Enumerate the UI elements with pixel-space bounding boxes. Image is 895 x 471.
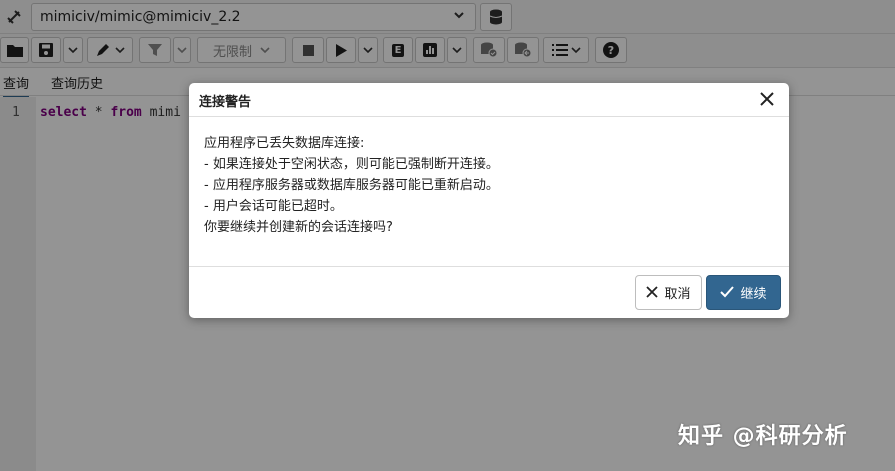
cancel-button-label: 取消 xyxy=(664,287,691,302)
dialog-title: 连接警告 xyxy=(199,95,252,110)
message-line: - 应用程序服务器或数据库服务器可能已重新启动。 xyxy=(204,178,499,193)
message-line: 你要继续并创建新的会话连接吗? xyxy=(204,220,393,235)
message-line: 应用程序已丢失数据库连接: xyxy=(204,136,365,151)
watermark-text: 知乎 @科研分析 xyxy=(678,424,848,449)
message-line: - 如果连接处于空闲状态，则可能已强制断开连接。 xyxy=(204,157,499,172)
close-icon xyxy=(646,284,659,302)
dialog-footer: 取消 继续 xyxy=(189,266,789,318)
check-icon xyxy=(720,284,735,302)
message-line: - 用户会话可能已超时。 xyxy=(204,199,343,214)
dialog-header: 连接警告 xyxy=(189,83,789,117)
dialog-message: 应用程序已丢失数据库连接: - 如果连接处于空闲状态，则可能已强制断开连接。 -… xyxy=(204,133,774,238)
cancel-button[interactable]: 取消 xyxy=(635,275,702,310)
close-icon[interactable] xyxy=(757,89,777,109)
continue-button-label: 继续 xyxy=(740,287,767,302)
continue-button[interactable]: 继续 xyxy=(706,275,781,310)
connection-warning-dialog: 连接警告 应用程序已丢失数据库连接: - 如果连接处于空闲状态，则可能已强制断开… xyxy=(189,83,789,318)
